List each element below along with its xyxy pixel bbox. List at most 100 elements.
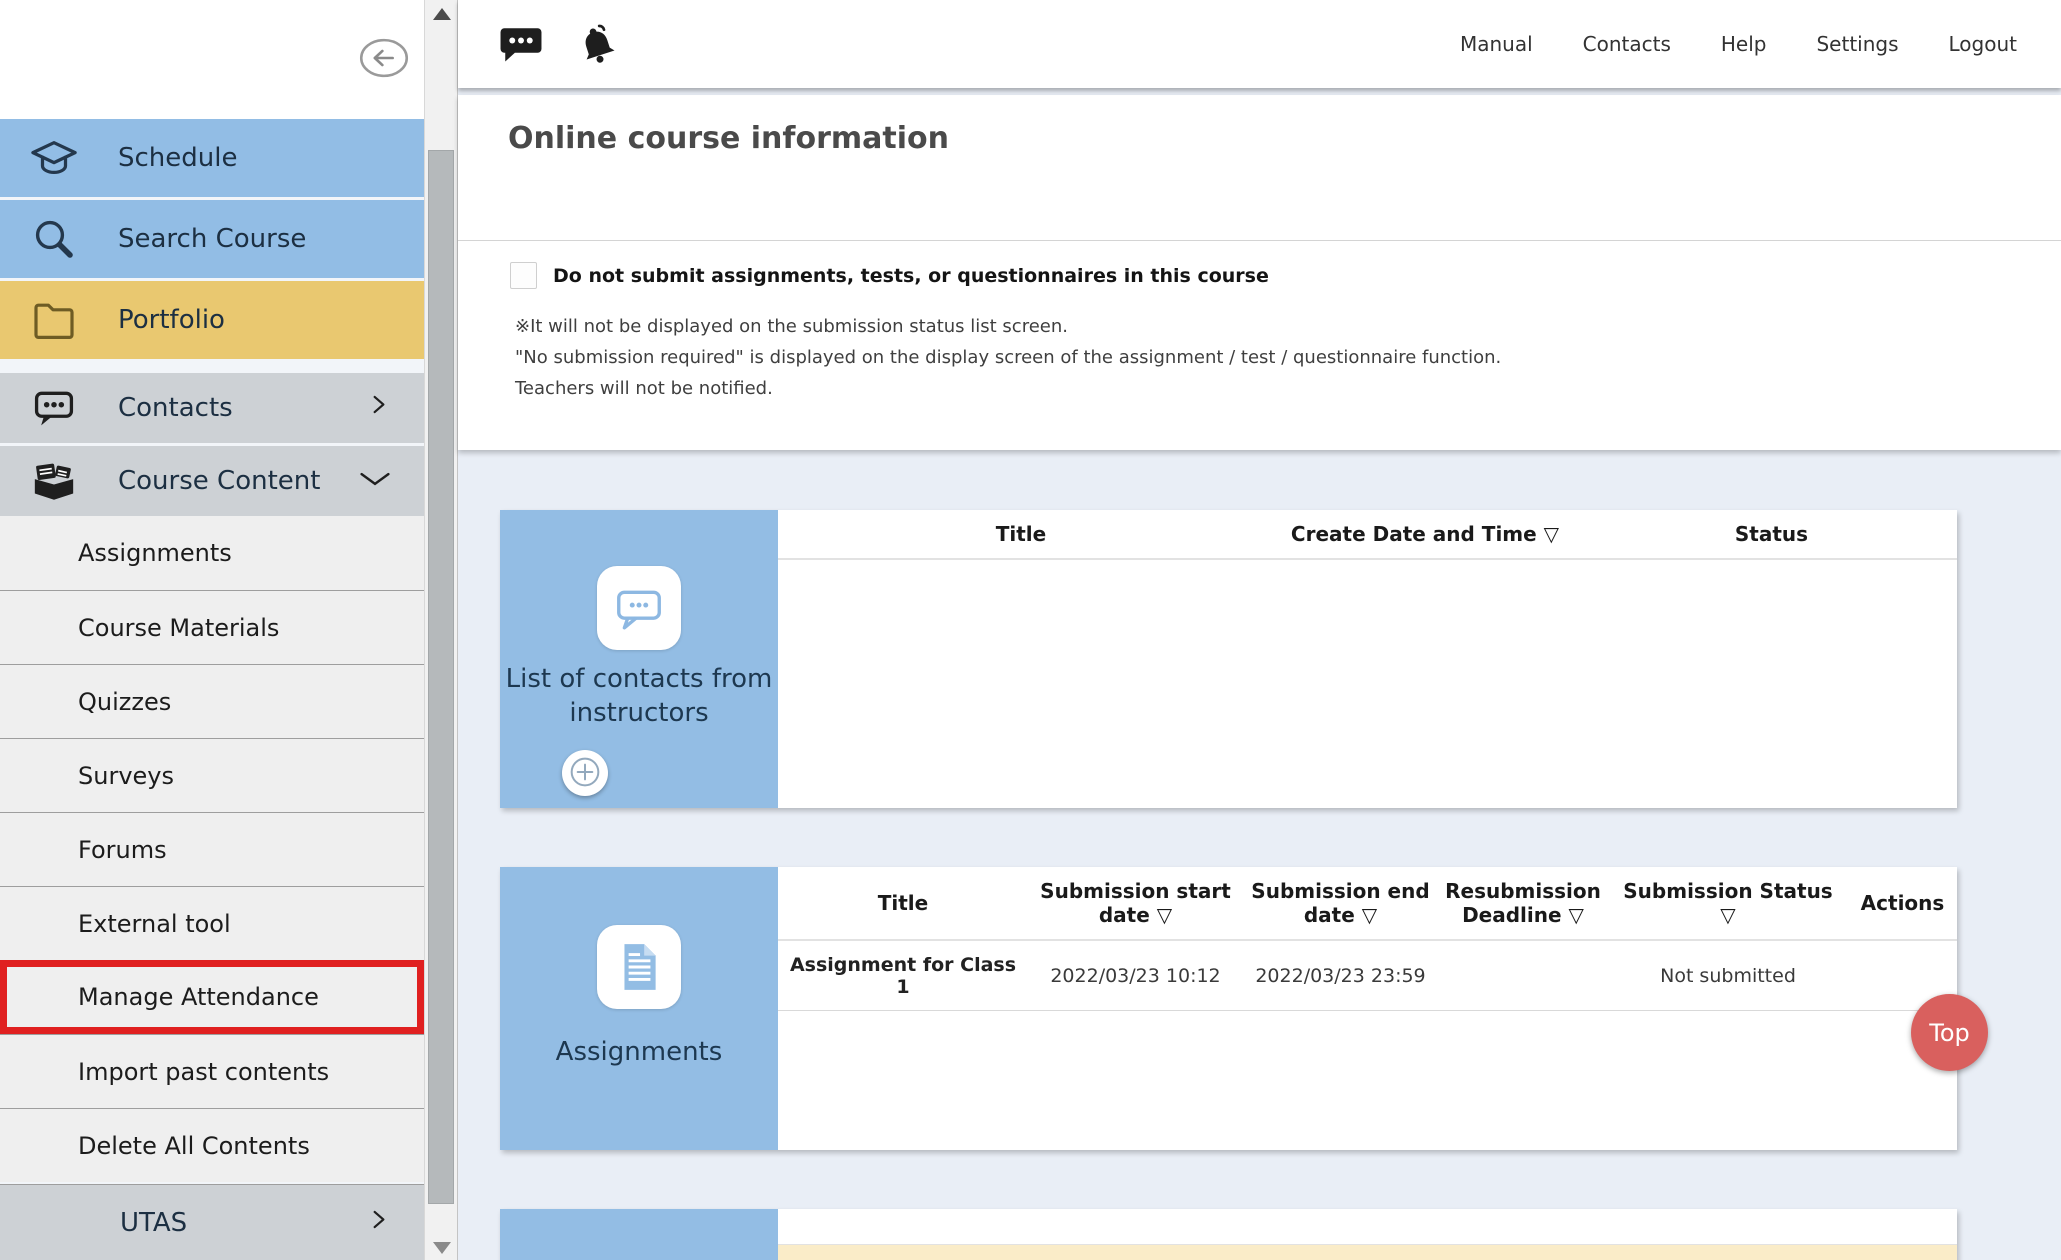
- sidebar-item-course-materials[interactable]: Course Materials: [0, 590, 424, 664]
- sidebar-item-assignments[interactable]: Assignments: [0, 516, 424, 590]
- contacts-panel-label: List of contacts from instructors: [500, 662, 778, 730]
- sidebar-item-external-tool[interactable]: External tool: [0, 886, 424, 960]
- sidebar-item-search-course[interactable]: Search Course: [0, 200, 424, 278]
- assignments-table-header: Title Submission start date ▽ Submission…: [778, 867, 1957, 941]
- column-header-submission-status[interactable]: Submission Status ▽: [1608, 867, 1848, 939]
- notifications-bell-icon[interactable]: [574, 22, 620, 66]
- column-header-submission-end[interactable]: Submission end date ▽: [1243, 867, 1438, 939]
- assignments-table: Title Submission start date ▽ Submission…: [778, 867, 1957, 1150]
- column-header-actions: Actions: [1848, 867, 1957, 939]
- sidebar-item-label: Forums: [78, 836, 167, 864]
- sidebar-item-label: Contacts: [118, 393, 233, 423]
- sidebar-item-import-past-contents[interactable]: Import past contents: [0, 1034, 424, 1108]
- scroll-to-top-button[interactable]: Top: [1911, 994, 1988, 1071]
- contacts-panel[interactable]: List of contacts from instructors: [500, 510, 778, 808]
- sidebar-item-schedule[interactable]: Schedule: [0, 119, 424, 197]
- assignment-title-cell[interactable]: Assignment for Class 1: [778, 941, 1028, 1010]
- nav-contacts-link[interactable]: Contacts: [1583, 32, 1671, 56]
- messages-icon[interactable]: [498, 22, 544, 66]
- contacts-bubble-icon: [597, 566, 681, 650]
- contacts-table-body-empty: [778, 560, 1957, 808]
- contacts-table-header: Title Create Date and Time ▽ Status: [778, 510, 1957, 560]
- contacts-card: List of contacts from instructors Title …: [500, 510, 1957, 808]
- add-contact-button[interactable]: [562, 750, 608, 796]
- course-content-box-icon: [26, 458, 82, 504]
- topbar-icons: [498, 22, 620, 66]
- course-info-section: Online course information Do not submit …: [458, 95, 2061, 450]
- sidebar-item-label: Schedule: [118, 143, 237, 173]
- assignment-resubmission-cell: [1438, 941, 1608, 1010]
- no-submission-row: Do not submit assignments, tests, or que…: [510, 262, 1269, 289]
- chevron-right-icon: [366, 1204, 392, 1243]
- sidebar-item-label: Course Content: [118, 466, 320, 496]
- note-line: "No submission required" is displayed on…: [515, 342, 1501, 373]
- sidebar-item-manage-attendance[interactable]: Manage Attendance: [0, 960, 424, 1034]
- assignment-document-icon: [597, 925, 681, 1009]
- graduation-cap-icon: [26, 135, 82, 181]
- sidebar-item-course-content[interactable]: Course Content: [0, 446, 424, 516]
- scroll-down-arrow-icon[interactable]: [433, 1242, 451, 1254]
- sidebar-item-label: Surveys: [78, 762, 174, 790]
- assignment-end-cell: 2022/03/23 23:59: [1243, 941, 1438, 1010]
- sidebar-item-label: Delete All Contents: [78, 1132, 310, 1160]
- column-header-create-date[interactable]: Create Date and Time ▽: [1264, 510, 1586, 558]
- sidebar-item-label: Manage Attendance: [78, 983, 319, 1011]
- sidebar-gap: [0, 359, 424, 373]
- sidebar-item-label: External tool: [78, 910, 231, 938]
- assignments-panel[interactable]: Assignments: [500, 867, 778, 1150]
- sidebar-item-portfolio[interactable]: Portfolio: [0, 281, 424, 359]
- assignments-card: Assignments Title Submission start date …: [500, 867, 1957, 1150]
- column-header-status: Status: [1586, 510, 1957, 558]
- next-card-pending-row: [778, 1245, 1957, 1260]
- main-area: Manual Contacts Help Settings Logout Onl…: [457, 0, 2061, 1260]
- sidebar-item-utas[interactable]: UTAS: [0, 1184, 424, 1260]
- checkbox-notes: ※It will not be displayed on the submiss…: [515, 311, 1501, 404]
- scroll-up-arrow-icon[interactable]: [433, 8, 451, 20]
- checkbox-label: Do not submit assignments, tests, or que…: [553, 265, 1269, 287]
- sidebar-item-quizzes[interactable]: Quizzes: [0, 664, 424, 738]
- assignment-row: Assignment for Class 1 2022/03/23 10:12 …: [778, 941, 1957, 1011]
- sidebar-collapse-button[interactable]: [358, 36, 410, 80]
- next-card-panel[interactable]: [500, 1209, 778, 1260]
- sidebar-item-delete-all-contents[interactable]: Delete All Contents: [0, 1108, 424, 1182]
- column-header-title: Title: [778, 867, 1028, 939]
- note-line: ※It will not be displayed on the submiss…: [515, 311, 1501, 342]
- app-root: Schedule Search Course Portfolio: [0, 0, 2061, 1260]
- topbar-nav: Manual Contacts Help Settings Logout: [1460, 32, 2061, 56]
- sidebar-menu: Schedule Search Course Portfolio: [0, 119, 424, 1260]
- plus-icon: [569, 756, 601, 791]
- sidebar-item-surveys[interactable]: Surveys: [0, 738, 424, 812]
- assignment-status-cell: Not submitted: [1608, 941, 1848, 1010]
- column-header-title: Title: [778, 510, 1264, 558]
- topbar: Manual Contacts Help Settings Logout: [458, 0, 2061, 88]
- assignment-start-cell: 2022/03/23 10:12: [1028, 941, 1243, 1010]
- next-card-partial: [500, 1209, 1957, 1260]
- assignments-panel-label: Assignments: [500, 1035, 778, 1069]
- nav-settings-link[interactable]: Settings: [1816, 32, 1898, 56]
- chevron-down-icon: [358, 466, 392, 496]
- sidebar-item-label: Course Materials: [78, 614, 279, 642]
- section-divider: [458, 240, 2061, 241]
- nav-manual-link[interactable]: Manual: [1460, 32, 1533, 56]
- nav-logout-link[interactable]: Logout: [1949, 32, 2017, 56]
- folder-icon: [26, 298, 82, 342]
- do-not-submit-checkbox[interactable]: [510, 262, 537, 289]
- sidebar-scrollbar[interactable]: [424, 0, 457, 1260]
- nav-help-link[interactable]: Help: [1721, 32, 1767, 56]
- collapse-arrow-icon: [358, 68, 410, 83]
- sidebar-header: [0, 0, 424, 119]
- sidebar-item-label: Portfolio: [118, 305, 225, 335]
- search-icon: [26, 215, 82, 263]
- note-line: Teachers will not be notified.: [515, 373, 1501, 404]
- column-header-submission-start[interactable]: Submission start date ▽: [1028, 867, 1243, 939]
- assignments-table-body-empty: [778, 1011, 1957, 1150]
- sidebar-item-label: Quizzes: [78, 688, 171, 716]
- sidebar-item-forums[interactable]: Forums: [0, 812, 424, 886]
- contacts-table: Title Create Date and Time ▽ Status: [778, 510, 1957, 808]
- scrollbar-thumb[interactable]: [428, 150, 454, 1204]
- sidebar-item-label: Assignments: [78, 539, 232, 567]
- column-header-resubmission-deadline[interactable]: Resubmission Deadline ▽: [1438, 867, 1608, 939]
- sidebar-item-contacts[interactable]: Contacts: [0, 373, 424, 443]
- next-card-table: [778, 1209, 1957, 1260]
- speech-bubble-icon: [26, 386, 82, 430]
